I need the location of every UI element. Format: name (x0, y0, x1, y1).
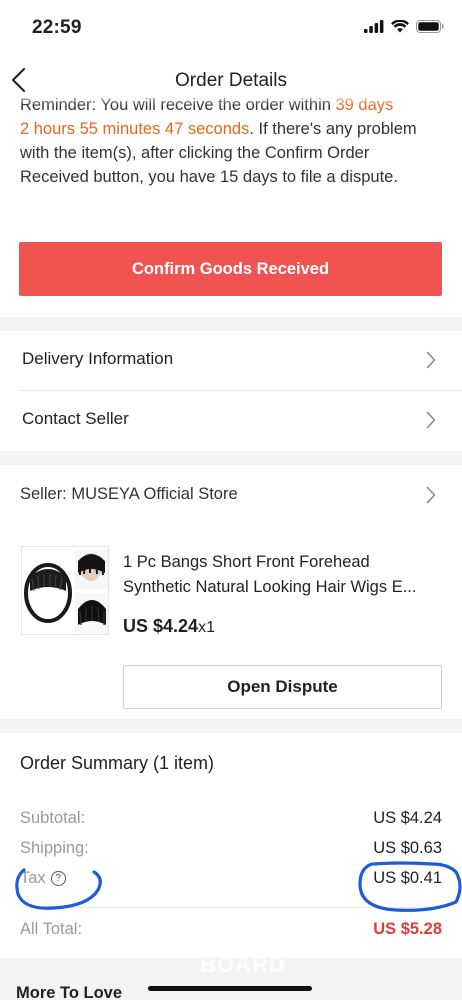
delivery-information-row[interactable]: Delivery Information (0, 331, 462, 391)
subtotal-row: Subtotal: US $4.24 (20, 809, 442, 831)
open-dispute-button[interactable]: Open Dispute (123, 665, 442, 709)
total-row: All Total: US $5.28 (20, 920, 442, 942)
total-label: All Total: (20, 920, 83, 938)
product-title[interactable]: 1 Pc Bangs Short Front Forehead Syntheti… (123, 550, 441, 600)
status-bar: 22:59 (0, 0, 462, 54)
status-icons (364, 20, 444, 33)
nav-bar: Order Details (0, 54, 462, 108)
total-value: US $5.28 (373, 920, 442, 938)
shipping-row: Shipping: US $0.63 (20, 839, 442, 861)
tax-label-group: Tax? (20, 869, 66, 888)
contact-seller-label: Contact Seller (22, 409, 129, 428)
subtotal-value: US $4.24 (373, 809, 442, 827)
shipping-label: Shipping: (20, 839, 89, 857)
subtotal-label: Subtotal: (20, 809, 86, 827)
signal-icon (364, 20, 384, 33)
tax-label: Tax (20, 869, 46, 887)
product-price-line: US $4.24x1 (123, 616, 215, 637)
product-quantity: x1 (198, 619, 215, 636)
chevron-right-icon (426, 411, 436, 429)
delivery-information-label: Delivery Information (22, 349, 174, 368)
chevron-right-icon (426, 351, 436, 369)
product-price: US $4.24 (123, 616, 199, 636)
order-summary-title: Order Summary (1 item) (20, 753, 215, 773)
seller-name: Seller: MUSEYA Official Store (20, 485, 238, 503)
help-question-icon[interactable]: ? (50, 871, 66, 886)
confirm-goods-received-button[interactable]: Confirm Goods Received (19, 242, 442, 296)
shipping-value: US $0.63 (373, 839, 442, 857)
section-gap (0, 451, 462, 465)
wifi-icon (391, 20, 409, 33)
product-image[interactable] (21, 546, 109, 635)
countdown-time: 2 hours 55 minutes 47 seconds (20, 120, 250, 138)
watermark: BOARD (200, 952, 286, 977)
tax-row: Tax? US $0.41 (20, 869, 442, 891)
section-gap (0, 719, 462, 733)
contact-seller-row[interactable]: Contact Seller (0, 391, 462, 451)
section-gap (0, 317, 462, 331)
page-title: Order Details (175, 70, 287, 91)
home-indicator[interactable] (148, 986, 312, 991)
hair-bangs-image (22, 547, 108, 634)
battery-icon (416, 20, 444, 33)
tax-value: US $0.41 (373, 869, 442, 887)
status-time: 22:59 (32, 17, 82, 38)
divider (20, 907, 442, 908)
chevron-right-icon (426, 486, 436, 504)
more-to-love-title: More To Love (16, 984, 123, 1000)
